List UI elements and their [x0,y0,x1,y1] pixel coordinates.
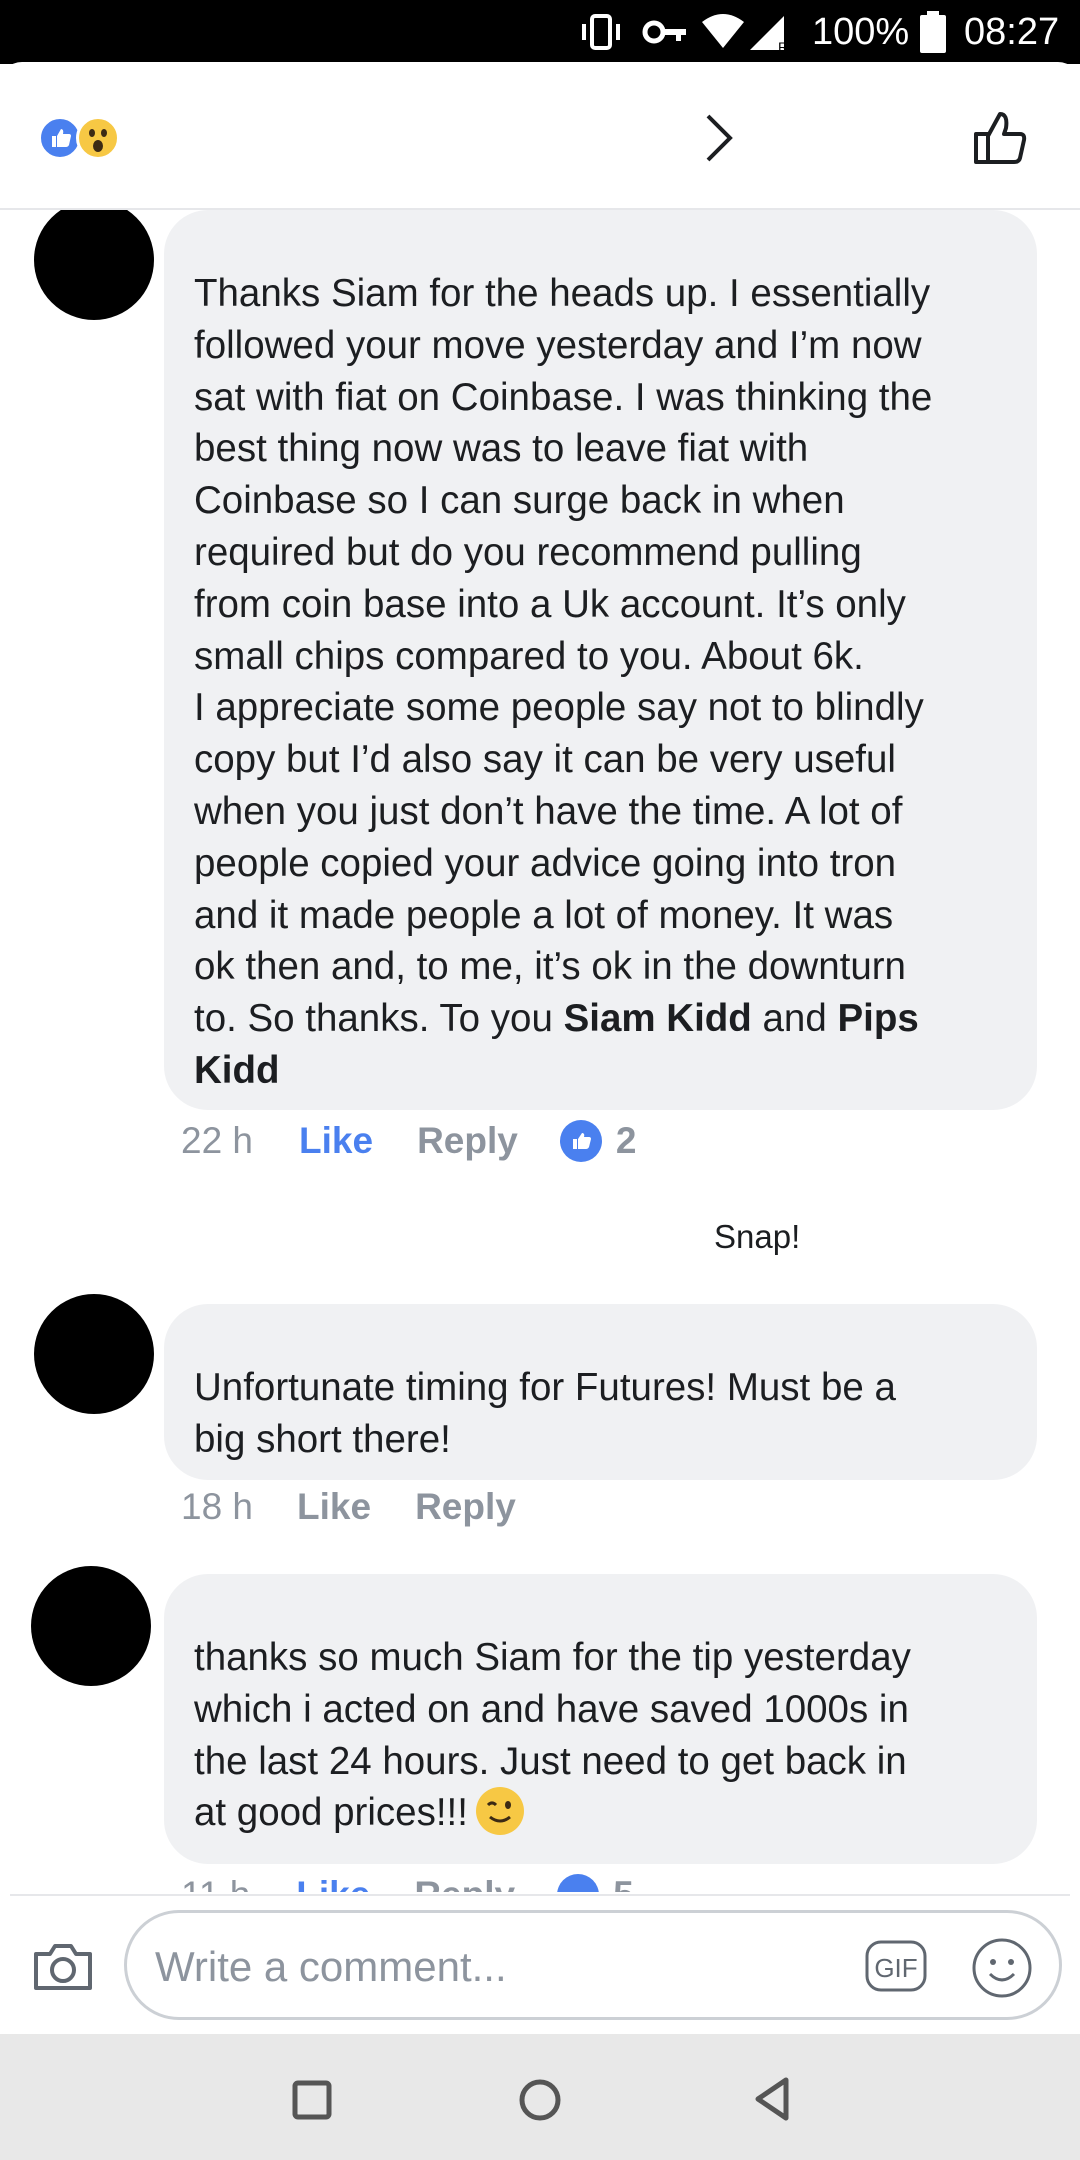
mention-link[interactable]: Siam Kidd [564,997,752,1040]
chevron-right-icon[interactable] [700,112,740,164]
emoji-picker-icon[interactable] [970,1936,1034,2000]
mention-link[interactable]: Kidd [194,1045,1003,1097]
comment-line: from coin base into a Uk account. It’s o… [194,582,906,626]
battery-icon [918,10,948,54]
commenter-avatar[interactable] [34,210,154,320]
comment-time: 22 h [181,1120,254,1161]
back-icon[interactable] [752,2076,792,2122]
like-button[interactable]: Like [297,1486,371,1528]
comment-line: best thing now was to leave fiat with [194,427,809,471]
comments-header [0,62,1080,210]
comment-line: which i acted on and have saved 1000s in [194,1687,909,1731]
svg-text:R: R [778,39,788,52]
reply-button[interactable]: Reply [414,1874,515,1892]
comment-line: the last 24 hours. Just need to get back… [194,1739,907,1783]
like-reaction-icon [557,1874,600,1892]
vpn-key-icon [642,10,688,54]
comment-line: at good prices!!! [194,1787,1003,1839]
comment-line: ok then and, to me, it’s ok in the downt… [194,945,906,989]
comment-actions: 22 h Like Reply 2 [181,1116,636,1166]
comment-line: big short there! [194,1417,451,1461]
recents-icon[interactable] [292,2080,332,2120]
wow-reaction-icon [76,116,120,160]
comment-time: 18 h [181,1486,254,1527]
comment-actions: 18 h Like Reply [181,1482,516,1532]
wifi-icon [700,10,746,54]
comment-line: to. So thanks. To you Siam Kidd and Pips [194,993,1003,1045]
comment-input-placeholder: Write a comment... [155,1943,507,1990]
clock: 08:27 [964,10,1060,53]
vibrate-icon [578,10,624,54]
comment-text: to. So thanks. To you [194,997,564,1041]
comment-line: Coinbase so I can surge back in when [194,479,845,523]
home-icon[interactable] [518,2078,562,2122]
comment-text: and [751,997,838,1041]
comment-bubble[interactable]: Unfortunate timing for Futures! Must be … [164,1304,1037,1480]
reaction-count-value: 5 [613,1874,634,1892]
comment-line: followed your move yesterday and I’m now [194,323,922,367]
comment-line: and it made people a lot of money. It wa… [194,893,894,937]
like-button[interactable]: Like [299,1120,373,1162]
winking-face-icon [475,1787,524,1836]
commenter-avatar[interactable] [34,1294,154,1414]
comment-line: I appreciate some people say not to blin… [194,686,924,730]
comment-bubble[interactable]: Thanks Siam for the heads up. I essentia… [164,210,1037,1110]
like-reaction-icon [559,1120,602,1162]
gif-label: GIF [874,1953,917,1983]
comment-line: copy but I’d also say it can be very use… [194,738,896,782]
comment-line: required but do you recommend pulling [194,530,862,574]
reply-button[interactable]: Reply [417,1120,518,1162]
thumbs-up-outline-icon[interactable] [970,108,1030,168]
comment-time: 11 h [181,1874,250,1892]
comment-bubble[interactable]: thanks so much Siam for the tip yesterda… [164,1574,1037,1864]
comment-line: Thanks Siam for the heads up. I essentia… [194,272,931,315]
reaction-count[interactable]: 5 [557,1874,634,1892]
comment-line: people copied your advice going into tro… [194,841,897,885]
comment-actions: 11 h Like Reply 5 [181,1870,634,1892]
status-bar: R 100% 08:27 [0,0,1080,64]
signal-icon: R [748,10,792,54]
snap-text: Snap! [714,1218,801,1255]
comment-line: small chips compared to you. About 6k. [194,634,864,678]
comment-line: Unfortunate timing for Futures! Must be … [194,1366,896,1409]
camera-icon[interactable] [32,1940,94,1992]
gif-icon[interactable]: GIF [864,1936,928,1996]
comment-line: thanks so much Siam for the tip yesterda… [194,1636,911,1679]
mention-link[interactable]: Pips [837,997,918,1040]
reaction-summary[interactable] [38,116,128,160]
battery-percent: 100% [812,10,910,53]
like-button[interactable]: Like [296,1874,370,1892]
comment-line: sat with fiat on Coinbase. I was thinkin… [194,375,933,419]
commenter-avatar[interactable] [31,1566,151,1686]
comment-list[interactable]: Thanks Siam for the heads up. I essentia… [0,210,1080,1892]
comment-line: when you just don’t have the time. A lot… [194,789,903,833]
comment-text: at good prices!!! [194,1791,468,1835]
reaction-count-value: 2 [615,1120,637,1161]
composer-divider [10,1894,1070,1896]
reply-button[interactable]: Reply [415,1486,516,1528]
reaction-count[interactable]: 2 [559,1120,637,1162]
